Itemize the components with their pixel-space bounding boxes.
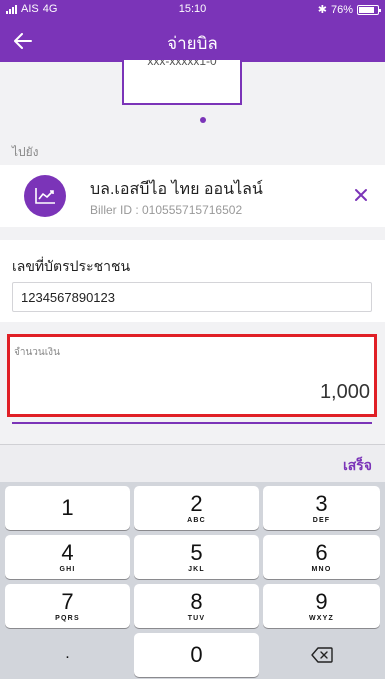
key-digit: . bbox=[65, 645, 70, 662]
chart-line-icon bbox=[35, 188, 55, 204]
delete-key[interactable] bbox=[263, 633, 380, 677]
bluetooth-icon: ✱ bbox=[317, 4, 327, 16]
biller-id: Biller ID : 010555715716502 bbox=[90, 203, 243, 217]
numeric-keypad: 1 2 ABC 3 DEF 4 GHI 5 JKL 6 MNO 7 PQRS 8… bbox=[0, 482, 385, 679]
national-id-label: เลขที่บัตรประชาชน bbox=[12, 258, 131, 274]
close-icon bbox=[355, 189, 367, 201]
key-letters: GHI bbox=[59, 566, 76, 573]
key-6[interactable]: 6 MNO bbox=[263, 535, 380, 579]
key-2[interactable]: 2 ABC bbox=[134, 486, 259, 530]
destination-label: ไปยัง bbox=[12, 145, 39, 159]
key-digit: 8 bbox=[190, 589, 203, 614]
key-5[interactable]: 5 JKL bbox=[134, 535, 259, 579]
keyboard-toolbar: เสร็จ bbox=[0, 444, 385, 482]
key-8[interactable]: 8 TUV bbox=[134, 584, 259, 628]
account-number-masked: xxx-xxxxx1-0 bbox=[147, 60, 217, 68]
amount-label: จำนวนเงิน bbox=[14, 347, 60, 358]
key-digit: 6 bbox=[315, 540, 328, 565]
key-letters: WXYZ bbox=[308, 615, 335, 622]
key-letters: TUV bbox=[187, 615, 206, 622]
key-digit: 1 bbox=[61, 495, 74, 520]
key-digit: 0 bbox=[190, 642, 203, 667]
key-decimal[interactable]: . bbox=[5, 633, 130, 677]
account-card[interactable]: xxx-xxxxx1-0 bbox=[122, 60, 242, 105]
key-9[interactable]: 9 WXYZ bbox=[263, 584, 380, 628]
key-3[interactable]: 3 DEF bbox=[263, 486, 380, 530]
status-bar: AIS 4G 15:10 ✱ 76% bbox=[0, 0, 385, 20]
nav-bar: จ่ายบิล bbox=[0, 20, 385, 62]
battery-percent: 76% bbox=[330, 3, 353, 16]
key-0[interactable]: 0 bbox=[134, 633, 259, 677]
key-digit: 7 bbox=[61, 589, 74, 614]
backspace-icon bbox=[310, 647, 333, 663]
amount-input[interactable]: 1,000 bbox=[320, 381, 370, 404]
amount-field[interactable]: จำนวนเงิน 1,000 bbox=[7, 334, 377, 417]
key-4[interactable]: 4 GHI bbox=[5, 535, 130, 579]
biller-row: บล.เอสบีไอ ไทย ออนไลน์ Biller ID : 01055… bbox=[0, 165, 385, 227]
key-digit: 5 bbox=[190, 540, 203, 565]
biller-avatar bbox=[24, 175, 66, 217]
national-id-input[interactable]: 1234567890123 bbox=[12, 282, 372, 312]
key-letters: DEF bbox=[312, 517, 331, 524]
key-digit: 9 bbox=[315, 589, 328, 614]
amount-underline bbox=[12, 422, 372, 424]
key-letters: ABC bbox=[187, 517, 206, 524]
biller-name: บล.เอสบีไอ ไทย ออนไลน์ bbox=[90, 181, 263, 198]
key-letters: PQRS bbox=[55, 615, 80, 622]
key-7[interactable]: 7 PQRS bbox=[5, 584, 130, 628]
page-indicator-dot bbox=[200, 117, 206, 123]
remove-biller-button[interactable] bbox=[351, 185, 371, 205]
battery-icon bbox=[357, 4, 381, 15]
key-digit: 4 bbox=[61, 540, 74, 565]
account-carousel[interactable]: xxx-xxxxx1-0 bbox=[0, 60, 385, 137]
key-letters: MNO bbox=[311, 566, 332, 573]
key-letters: JKL bbox=[188, 566, 205, 573]
done-button[interactable]: เสร็จ bbox=[343, 455, 372, 477]
key-digit: 3 bbox=[315, 491, 328, 516]
key-digit: 2 bbox=[190, 491, 203, 516]
national-id-section: เลขที่บัตรประชาชน 1234567890123 bbox=[0, 240, 385, 322]
key-1[interactable]: 1 bbox=[5, 486, 130, 530]
page-title: จ่ายบิล bbox=[167, 34, 218, 53]
